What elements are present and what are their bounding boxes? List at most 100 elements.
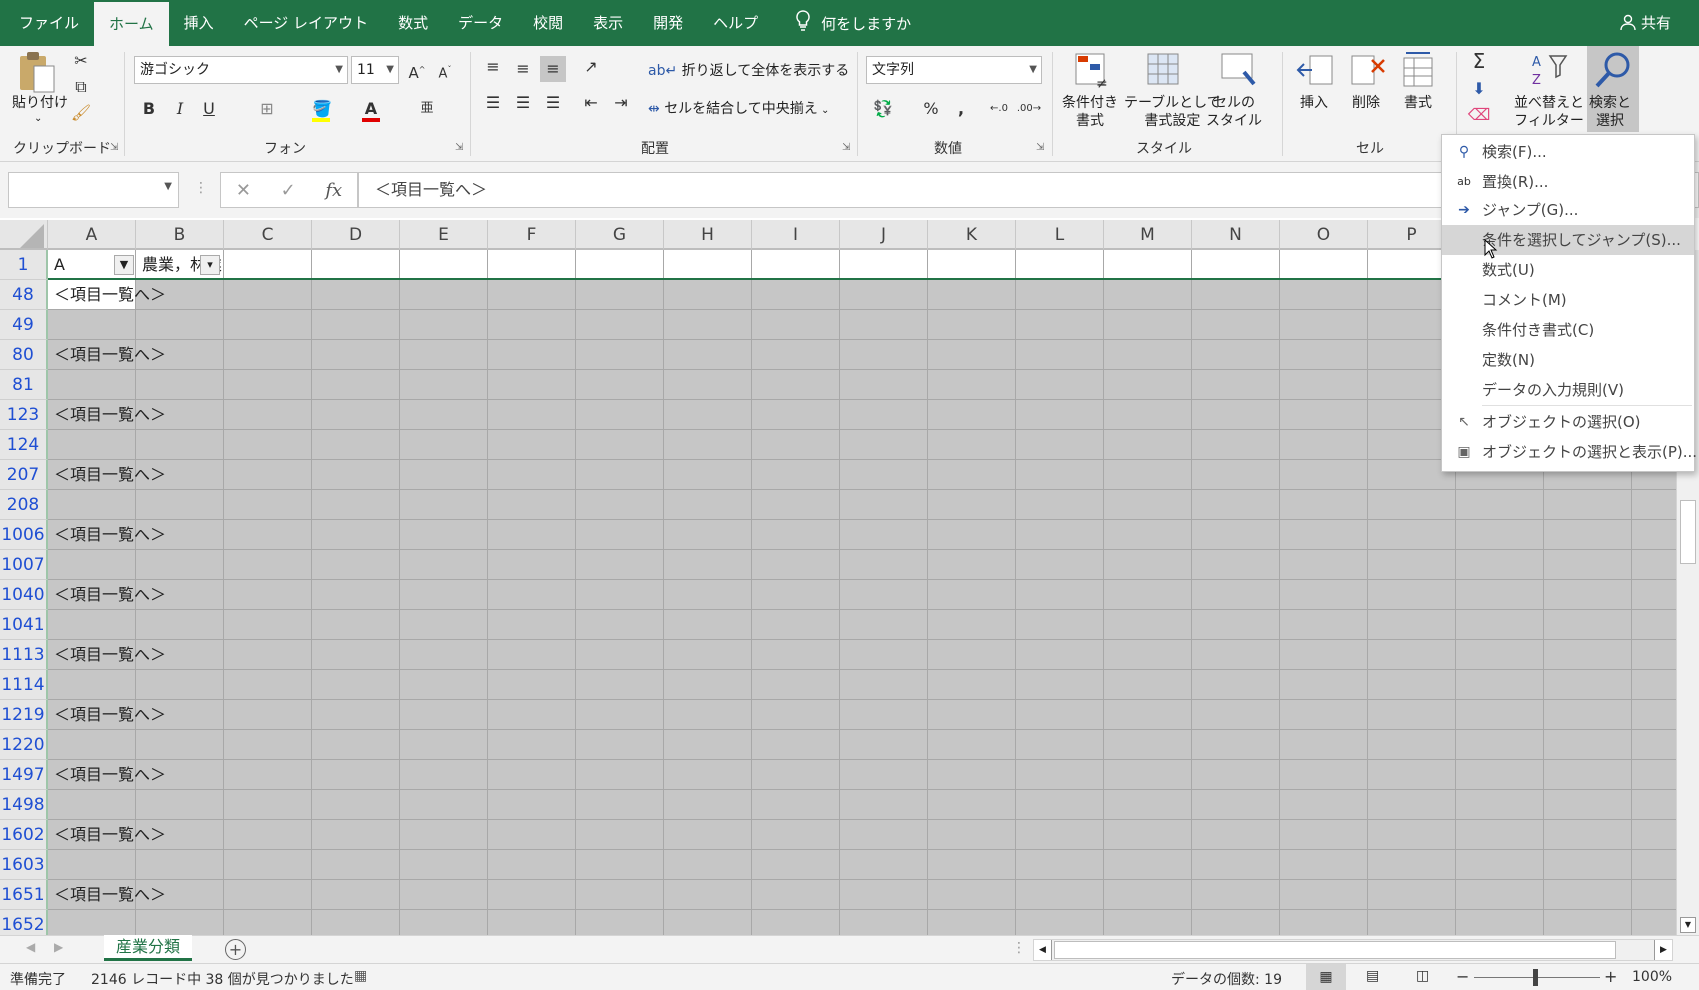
format-painter-icon[interactable]: 🖌 xyxy=(68,100,94,126)
column-header-K[interactable]: K xyxy=(928,220,1016,250)
row-header[interactable]: 1113 xyxy=(0,640,48,670)
row-header[interactable]: 1040 xyxy=(0,580,48,610)
menu-item-10[interactable]: ▣ オブジェクトの選択と表示(P)... xyxy=(1442,437,1697,467)
column-header-F[interactable]: F xyxy=(488,220,576,250)
menu-item-2[interactable]: ➔ ジャンプ(G)... xyxy=(1442,195,1694,225)
scroll-right-icon[interactable]: ▶ xyxy=(54,940,63,954)
table-row[interactable] xyxy=(48,850,1676,880)
cell-a[interactable]: ＜項目一覧へ＞ xyxy=(54,340,166,370)
cell-a[interactable]: ＜項目一覧へ＞ xyxy=(54,460,166,490)
delete-button[interactable]: 削除 xyxy=(1352,94,1380,112)
column-header-M[interactable]: M xyxy=(1104,220,1192,250)
table-row[interactable]: ＜項目一覧へ＞ xyxy=(48,520,1676,550)
insert-cells-icon[interactable] xyxy=(1296,50,1336,90)
clear-icon[interactable]: ⌫ xyxy=(1466,102,1492,128)
cell-a[interactable]: ＜項目一覧へ＞ xyxy=(54,520,166,550)
cell-a[interactable]: ＜項目一覧へ＞ xyxy=(54,700,166,730)
dialog-launcher-icon[interactable]: ⇲ xyxy=(455,142,463,153)
align-center-icon[interactable]: ☰ xyxy=(510,90,536,116)
sort-filter-icon[interactable]: AZ xyxy=(1530,50,1570,90)
format-as-table-icon[interactable] xyxy=(1144,50,1184,90)
align-middle-icon[interactable]: ≡ xyxy=(510,56,536,82)
comma-button[interactable]: , xyxy=(948,96,974,122)
name-box[interactable]: ▼ xyxy=(8,172,179,208)
column-header-L[interactable]: L xyxy=(1016,220,1104,250)
find-select-button[interactable]: 検索と 選択 xyxy=(1587,46,1639,132)
page-break-view-icon[interactable]: ◫ xyxy=(1416,968,1429,984)
tab-0[interactable]: ファイル xyxy=(4,0,94,46)
cell-styles-icon[interactable] xyxy=(1218,50,1258,90)
scrollbar-thumb[interactable] xyxy=(1680,500,1696,564)
italic-button[interactable]: I xyxy=(167,96,193,122)
row-header[interactable]: 1603 xyxy=(0,850,48,880)
table-row[interactable]: ＜項目一覧へ＞ xyxy=(48,280,1676,310)
column-header-E[interactable]: E xyxy=(400,220,488,250)
wrap-text-button[interactable]: ab↵ 折り返して全体を表示する xyxy=(648,62,849,80)
conditional-format-icon[interactable]: ≠ xyxy=(1072,50,1112,92)
row-header[interactable]: 207 xyxy=(0,460,48,490)
row-header[interactable]: 124 xyxy=(0,430,48,460)
cut-icon[interactable]: ✂ xyxy=(68,48,94,74)
select-all-corner[interactable] xyxy=(0,220,48,250)
row-header[interactable]: 208 xyxy=(0,490,48,520)
row-header[interactable]: 80 xyxy=(0,340,48,370)
copy-icon[interactable]: ⧉ xyxy=(68,74,94,100)
add-sheet-icon[interactable]: + xyxy=(225,939,246,960)
cell-a[interactable]: ＜項目一覧へ＞ xyxy=(54,280,166,310)
font-name-combo[interactable]: 游ゴシック ▼ xyxy=(134,56,348,84)
row-header[interactable]: 1114 xyxy=(0,670,48,700)
percent-button[interactable]: % xyxy=(918,96,944,122)
table-row[interactable]: ＜項目一覧へ＞ xyxy=(48,580,1676,610)
increase-indent-icon[interactable]: ⇥ xyxy=(608,90,634,116)
align-top-icon[interactable]: ≡ xyxy=(480,54,506,80)
row-header[interactable]: 1006 xyxy=(0,520,48,550)
table-row[interactable]: ＜項目一覧へ＞ xyxy=(48,640,1676,670)
increase-decimal-icon[interactable]: ←.0 xyxy=(986,96,1012,122)
table-row[interactable]: ＜項目一覧へ＞ xyxy=(48,400,1676,430)
table-row[interactable] xyxy=(48,550,1676,580)
column-header-B[interactable]: B xyxy=(136,220,224,250)
share-button[interactable]: 共有 xyxy=(1620,0,1671,46)
format-button[interactable]: 書式 xyxy=(1404,94,1432,112)
fill-color-icon[interactable]: 🪣 xyxy=(308,96,334,122)
column-header-I[interactable]: I xyxy=(752,220,840,250)
row-header[interactable]: 1219 xyxy=(0,700,48,730)
tab-5[interactable]: データ xyxy=(443,0,518,46)
tell-me-box[interactable]: 何をしますか xyxy=(773,10,911,36)
row-header[interactable]: 49 xyxy=(0,310,48,340)
table-row[interactable] xyxy=(48,310,1676,340)
tab-9[interactable]: ヘルプ xyxy=(698,0,773,46)
table-row[interactable] xyxy=(48,430,1676,460)
table-row[interactable]: ＜項目一覧へ＞ xyxy=(48,460,1676,490)
font-size-combo[interactable]: 11 ▼ xyxy=(351,56,399,84)
menu-item-9[interactable]: ↖ オブジェクトの選択(O) xyxy=(1442,407,1694,437)
row-header[interactable]: 123 xyxy=(0,400,48,430)
conditional-format-button[interactable]: 条件付き 書式 xyxy=(1062,94,1118,130)
underline-button[interactable]: U xyxy=(196,96,222,122)
menu-item-7[interactable]: 定数(N) xyxy=(1442,345,1694,375)
macro-record-icon[interactable]: ▦ xyxy=(354,968,367,984)
cell-a[interactable]: ＜項目一覧へ＞ xyxy=(54,760,166,790)
format-cells-icon[interactable] xyxy=(1398,50,1438,90)
cell-a[interactable]: ＜項目一覧へ＞ xyxy=(54,400,166,430)
tab-2[interactable]: 挿入 xyxy=(169,0,229,46)
column-header-A[interactable]: A xyxy=(48,220,136,250)
align-right-icon[interactable]: ☰ xyxy=(540,90,566,116)
menu-item-5[interactable]: コメント(M) xyxy=(1442,285,1694,315)
row-header[interactable]: 1498 xyxy=(0,790,48,820)
merge-center-button[interactable]: ⇹ セルを結合して中央揃え ⌄ xyxy=(648,100,829,120)
table-row[interactable] xyxy=(48,790,1676,820)
column-header-D[interactable]: D xyxy=(312,220,400,250)
table-row[interactable]: ＜項目一覧へ＞ xyxy=(48,760,1676,790)
align-left-icon[interactable]: ☰ xyxy=(480,90,506,116)
number-format-combo[interactable]: 文字列 ▼ xyxy=(866,56,1042,84)
orientation-icon[interactable]: ↗ xyxy=(578,54,604,80)
tab-1[interactable]: ホーム xyxy=(94,2,169,46)
enter-icon[interactable]: ✓ xyxy=(281,180,296,201)
menu-item-0[interactable]: ⚲ 検索(F)... xyxy=(1442,137,1694,167)
row-header[interactable]: 1041 xyxy=(0,610,48,640)
tab-7[interactable]: 表示 xyxy=(578,0,638,46)
table-row[interactable] xyxy=(48,730,1676,760)
menu-item-6[interactable]: 条件付き書式(C) xyxy=(1442,315,1694,345)
paste-icon[interactable] xyxy=(14,50,60,94)
